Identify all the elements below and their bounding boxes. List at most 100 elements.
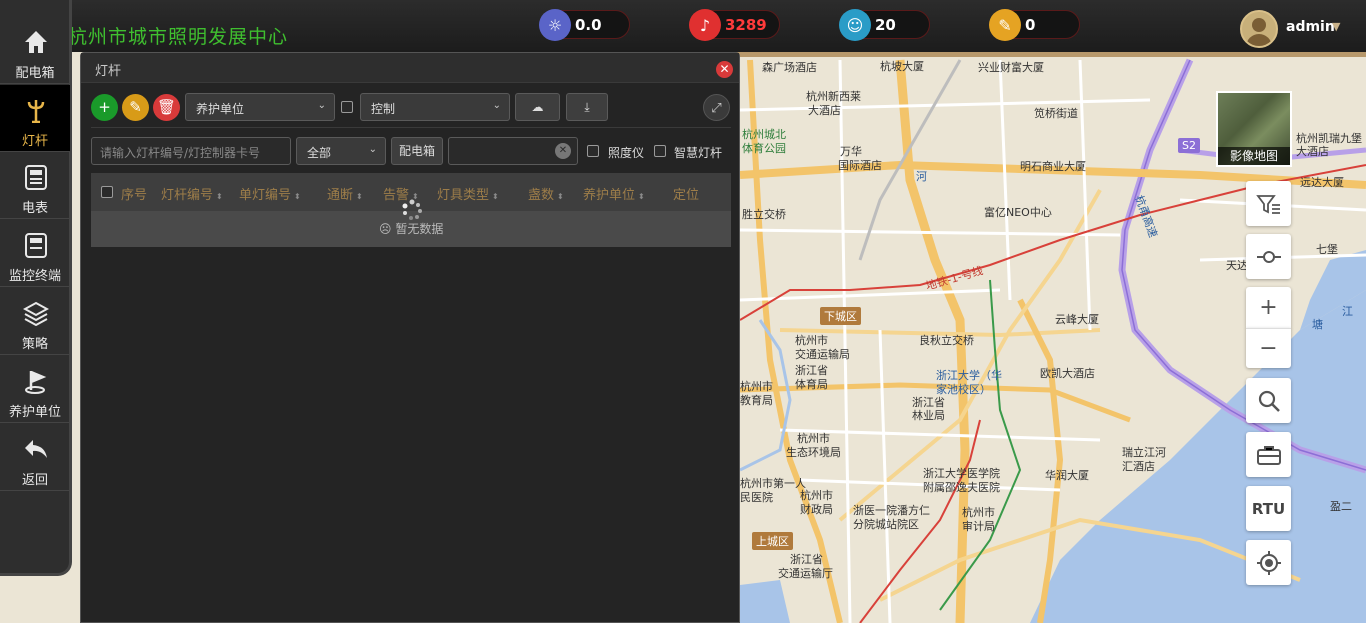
highway-badge: S2 (1178, 138, 1200, 153)
control-select[interactable]: 控制 ⌄ (360, 93, 510, 121)
map-poi[interactable]: 生态环境局 (786, 446, 841, 459)
filter-button[interactable] (1246, 181, 1291, 226)
fullscreen-button[interactable]: ⤢ (703, 94, 730, 121)
map-poi[interactable]: 天达 (1226, 259, 1248, 272)
map-poi[interactable]: 浙江省 (795, 364, 828, 377)
locate-button[interactable] (1246, 540, 1291, 585)
nav-item-monitor-terminal[interactable]: 监控终端 (0, 220, 70, 287)
map-poi[interactable]: 汇酒店 (1122, 460, 1155, 473)
edit-button[interactable]: ✎ (122, 94, 149, 121)
map-poi[interactable]: 附属邵逸夫医院 (923, 481, 1000, 494)
cloud-download-button[interactable]: ☁ (515, 93, 560, 121)
download-button[interactable]: ⤓ (566, 93, 608, 121)
map-poi[interactable]: 欧凯大酒店 (1040, 367, 1095, 380)
map-poi[interactable]: 良秋立交桥 (919, 334, 974, 347)
map-poi[interactable]: 杭坡大厦 (880, 60, 924, 73)
nav-item-maintenance-unit[interactable]: 养护单位 (0, 356, 70, 423)
add-button[interactable]: + (91, 94, 118, 121)
map-poi[interactable]: 体育公园 (742, 142, 786, 155)
satellite-map-toggle[interactable]: 影像地图 (1216, 91, 1292, 167)
user-stat[interactable]: ☺ 20 (839, 9, 930, 41)
map-poi[interactable]: 交通运输厅 (778, 567, 833, 580)
task-stat[interactable]: ✎ 0 (989, 9, 1080, 41)
map-poi[interactable]: 杭州市 (797, 432, 830, 445)
satellite-map-label: 影像地图 (1218, 147, 1290, 165)
map-poi[interactable]: 杭州市 (962, 506, 995, 519)
map-poi[interactable]: 杭州新西莱 (806, 90, 861, 103)
user-name[interactable]: admin (1286, 19, 1335, 35)
map-poi[interactable]: 笕桥街道 (1034, 107, 1078, 120)
map-poi[interactable]: 财政局 (800, 503, 833, 516)
nav-item-meter[interactable]: 电表 (0, 152, 70, 219)
map-poi[interactable]: 瑞立江河 (1122, 446, 1166, 459)
map-poi[interactable]: 七堡 (1316, 243, 1338, 256)
nav-item-lamp-pole[interactable]: 灯杆 (0, 85, 70, 152)
map-poi[interactable]: 杭州城北 (742, 128, 786, 141)
power-stat[interactable]: ☼ 0.0 (539, 9, 630, 41)
map-poi[interactable]: 杭州市 (740, 380, 773, 393)
map-poi[interactable]: 浙江大学（华 (936, 369, 1002, 382)
nav-item-back[interactable]: 返回 (0, 424, 70, 491)
column-header-count[interactable]: 盏数 ⬍ (528, 184, 564, 203)
nav-item-strategy[interactable]: 策略 (0, 288, 70, 355)
map-poi[interactable]: 华润大厦 (1045, 469, 1089, 482)
map-poi[interactable]: 云峰大厦 (1055, 313, 1099, 326)
column-header-maintenance[interactable]: 养护单位 ⬍ (583, 184, 645, 203)
map-poi[interactable]: 富亿NEO中心 (984, 206, 1052, 219)
map-poi[interactable]: 交通运输局 (795, 348, 850, 361)
distribution-box-input[interactable]: ✕ (448, 137, 578, 165)
map-poi[interactable]: 胜立交桥 (742, 208, 786, 221)
map-poi[interactable]: 杭州市 (800, 489, 833, 502)
map-poi[interactable]: 盈二 (1330, 500, 1352, 513)
control-checkbox[interactable] (341, 101, 353, 113)
map-poi[interactable]: 杭州市 (795, 334, 828, 347)
column-header-lamp-type[interactable]: 灯具类型 ⬍ (437, 184, 499, 203)
map-poi[interactable]: 九堡 (1340, 132, 1362, 145)
map-poi[interactable]: 万华 (840, 145, 862, 158)
map-poi[interactable]: 体育局 (795, 378, 828, 391)
column-header-onoff[interactable]: 通断 ⬍ (327, 184, 363, 203)
map-poi[interactable]: 分院城站院区 (853, 518, 919, 531)
map-poi[interactable]: 兴业财富大厦 (978, 61, 1044, 74)
map-poi[interactable]: 国际酒店 (838, 159, 882, 172)
close-button[interactable]: ✕ (716, 61, 733, 78)
clear-icon[interactable]: ✕ (555, 143, 571, 159)
delete-button[interactable]: 🗑 (153, 94, 180, 121)
map-poi[interactable]: 大酒店 (808, 104, 841, 117)
select-all-checkbox[interactable] (101, 186, 113, 198)
column-header-lamp-no[interactable]: 单灯编号 ⬍ (239, 184, 301, 203)
map-poi[interactable]: 家池校区） (936, 383, 991, 396)
zoom-in-button[interactable]: + (1246, 287, 1291, 328)
distribution-box-button[interactable]: 配电箱 (391, 137, 443, 165)
map-poi[interactable]: 森广场酒店 (762, 61, 817, 74)
rtu-button[interactable]: RTU (1246, 486, 1291, 531)
map-poi[interactable]: 明石商业大厦 (1020, 160, 1086, 173)
map-poi[interactable]: 浙医一院潘方仁 (853, 504, 930, 517)
alarm-stat[interactable]: ♪ 3289 (689, 9, 780, 41)
map-poi[interactable]: 杭州凯瑞 (1296, 132, 1340, 145)
measure-button[interactable] (1246, 234, 1291, 279)
map-poi[interactable]: 民医院 (740, 491, 773, 504)
zoom-out-button[interactable]: − (1246, 328, 1291, 368)
avatar[interactable] (1240, 10, 1278, 48)
map-poi[interactable]: 大酒店 (1296, 145, 1329, 158)
plus-icon: + (1259, 295, 1278, 320)
map-poi[interactable]: 杭州市第一人 (740, 477, 806, 490)
map-poi[interactable]: 浙江大学医学院 (923, 467, 1000, 480)
chevron-down-icon[interactable]: ▼ (1332, 20, 1340, 33)
maintenance-unit-select[interactable]: 养护单位 ⌄ (185, 93, 335, 121)
map-poi[interactable]: 远达大厦 (1300, 176, 1344, 189)
illuminometer-checkbox[interactable] (587, 145, 599, 157)
column-header-pole-no[interactable]: 灯杆编号 ⬍ (161, 184, 223, 203)
map-poi[interactable]: 审计局 (962, 520, 995, 533)
nav-item-distribution-box[interactable]: 配电箱 (0, 17, 70, 84)
map-poi[interactable]: 教育局 (740, 394, 773, 407)
map-poi[interactable]: 浙江省 (912, 396, 945, 409)
search-button[interactable] (1246, 378, 1291, 423)
map-poi[interactable]: 林业局 (912, 409, 945, 422)
smart-pole-checkbox[interactable] (654, 145, 666, 157)
toolbox-button[interactable] (1246, 432, 1291, 477)
status-select[interactable]: 全部 ⌄ (296, 137, 386, 165)
map-poi[interactable]: 浙江省 (790, 553, 823, 566)
search-input[interactable]: 请输入灯杆编号/灯控制器卡号 (91, 137, 291, 165)
